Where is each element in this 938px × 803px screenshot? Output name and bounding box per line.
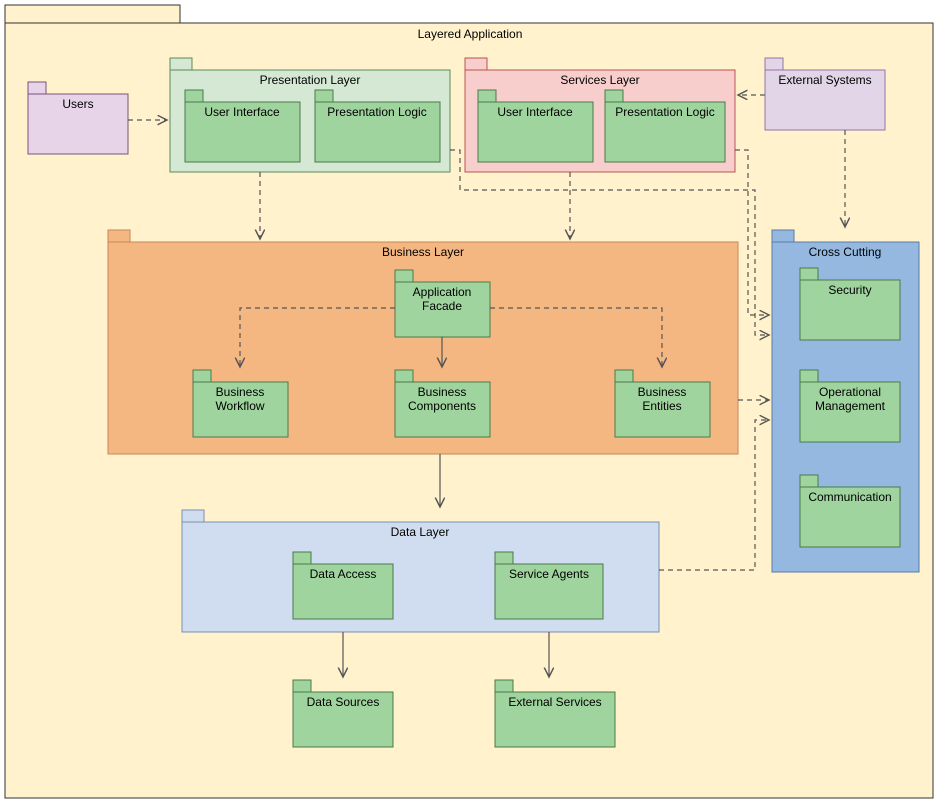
cross-cutting-label: Cross Cutting: [809, 245, 882, 259]
svg-text:Entities: Entities: [642, 399, 681, 413]
svg-text:Business: Business: [638, 385, 687, 399]
business-layer-label: Business Layer: [382, 245, 464, 259]
svg-text:Operational: Operational: [819, 385, 881, 399]
main-title: Layered Application: [418, 27, 523, 41]
data-sources-label: Data Sources: [307, 695, 380, 709]
security-label: Security: [828, 283, 871, 297]
external-systems-label: External Systems: [778, 73, 871, 87]
svg-text:Workflow: Workflow: [215, 399, 264, 413]
presentation-layer-label: Presentation Layer: [260, 73, 361, 87]
svg-text:Management: Management: [815, 399, 886, 413]
data-access-label: Data Access: [310, 567, 377, 581]
svg-text:Components: Components: [408, 399, 476, 413]
data-layer-label: Data Layer: [391, 525, 450, 539]
diagram-canvas: Layered Application Users Presentation L…: [0, 0, 938, 803]
services-layer-label: Services Layer: [560, 73, 639, 87]
app-facade-label2: Facade: [422, 299, 462, 313]
presentation-logic-label: Presentation Logic: [327, 105, 426, 119]
communication-label: Communication: [808, 490, 891, 504]
users-label: Users: [62, 97, 93, 111]
svg-text:Business: Business: [418, 385, 467, 399]
ui-label: User Interface: [204, 105, 280, 119]
service-agents-label: Service Agents: [509, 567, 589, 581]
external-services-label: External Services: [508, 695, 601, 709]
svg-text:Business: Business: [216, 385, 265, 399]
services-logic-label: Presentation Logic: [615, 105, 714, 119]
app-facade-label1: Application: [413, 285, 472, 299]
services-ui-label: User Interface: [497, 105, 573, 119]
